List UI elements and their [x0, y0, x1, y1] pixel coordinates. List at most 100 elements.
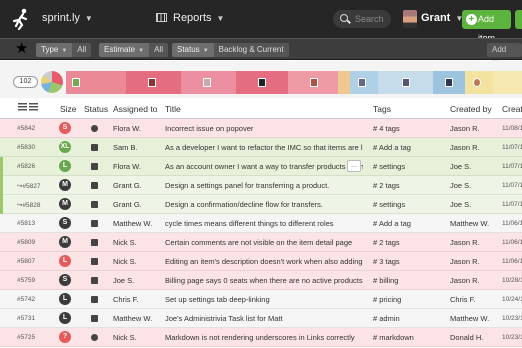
- user-menu[interactable]: Grant ▼: [421, 12, 463, 24]
- item-id[interactable]: ↪#5827: [17, 182, 41, 190]
- member-bar[interactable]: [465, 71, 493, 94]
- column-created-by[interactable]: Created by: [450, 104, 492, 114]
- member-bar[interactable]: [350, 71, 378, 94]
- item-title[interactable]: cycle times means different things to di…: [165, 219, 363, 228]
- size-badge: M: [59, 198, 71, 210]
- item-id[interactable]: #5826: [17, 163, 35, 170]
- member-bar[interactable]: [288, 71, 338, 94]
- assigned-to[interactable]: Nick S.: [113, 333, 137, 342]
- item-tags[interactable]: # 4 tags: [373, 124, 400, 133]
- assigned-to[interactable]: Matthew W.: [113, 314, 152, 323]
- member-bar[interactable]: [433, 71, 465, 94]
- column-size[interactable]: Size: [60, 104, 77, 114]
- compact-view-icon[interactable]: [29, 103, 38, 111]
- member-bar[interactable]: [126, 71, 181, 94]
- product-switcher[interactable]: sprint.ly ▼: [42, 12, 93, 24]
- assigned-to[interactable]: Matthew W.: [113, 219, 152, 228]
- table-row[interactable]: #5813 S Matthew W. cycle times means differ…: [0, 214, 522, 233]
- expand-title-button[interactable]: ...: [347, 160, 361, 172]
- created-by: Joe S.: [450, 200, 472, 209]
- column-tags[interactable]: Tags: [373, 104, 391, 114]
- item-id[interactable]: #5842: [17, 125, 35, 132]
- add-item-dropdown-button[interactable]: [515, 10, 522, 29]
- item-title[interactable]: Joe's Administrivia Task list for Matt: [165, 314, 363, 323]
- column-created[interactable]: Created: [502, 104, 522, 114]
- assigned-to[interactable]: Nick S.: [113, 238, 137, 247]
- item-title[interactable]: Billing page says 0 seats when there are…: [165, 276, 363, 285]
- item-title[interactable]: Design a settings panel for transferring…: [165, 181, 363, 190]
- item-tags[interactable]: # 3 tags: [373, 257, 400, 266]
- reports-menu[interactable]: Reports ▼: [156, 12, 224, 24]
- item-id[interactable]: #5759: [17, 277, 35, 284]
- assigned-to[interactable]: Flora W.: [113, 162, 141, 171]
- view-toggle[interactable]: [18, 103, 40, 113]
- assigned-to[interactable]: Flora W.: [113, 124, 141, 133]
- item-title[interactable]: Design a confirmation/decline flow for t…: [165, 200, 363, 209]
- table-row[interactable]: ↪#5828 M Grant G. Design a confirmation/dec…: [0, 195, 522, 214]
- filter-estimate[interactable]: Estimate ▼ All: [99, 43, 168, 57]
- assigned-to[interactable]: Grant G.: [113, 181, 142, 190]
- item-id[interactable]: #5809: [17, 239, 35, 246]
- table-row[interactable]: #5842 S Flora W. Incorrect issue on popover…: [0, 119, 522, 138]
- search-input[interactable]: Search: [333, 10, 391, 28]
- item-title[interactable]: Incorrect issue on popover: [165, 124, 363, 133]
- table-row[interactable]: ↪#5827 M Grant G. Design a settings panel f…: [0, 176, 522, 195]
- item-tags[interactable]: # Add a tag: [373, 143, 411, 152]
- member-bar[interactable]: [378, 71, 433, 94]
- table-row[interactable]: #5742 L Chris F. Set up settings tab deep-l…: [0, 290, 522, 309]
- item-tags[interactable]: # pricing: [373, 295, 401, 304]
- member-bar[interactable]: [338, 71, 350, 94]
- item-tags[interactable]: # billing: [373, 276, 398, 285]
- item-id[interactable]: #5813: [17, 220, 35, 227]
- item-id[interactable]: #5830: [17, 144, 35, 151]
- table-row[interactable]: #5731 L Matthew W. Joe's Administrivia Task…: [0, 309, 522, 328]
- filter-type[interactable]: Type ▼ All: [36, 43, 92, 57]
- assigned-to[interactable]: Chris F.: [113, 295, 138, 304]
- item-title[interactable]: As a developer I want to refactor the IM…: [165, 143, 363, 152]
- item-title[interactable]: As an account owner I want a way to tran…: [165, 162, 363, 171]
- table-row[interactable]: #5807 L Nick S. Editing an item's descripti…: [0, 252, 522, 271]
- item-title[interactable]: Set up settings tab deep-linking: [165, 295, 363, 304]
- table-row[interactable]: #5809 M Nick S. Certain comments are not vi…: [0, 233, 522, 252]
- item-tags[interactable]: # settings: [373, 200, 405, 209]
- member-bar[interactable]: [66, 71, 126, 94]
- column-title[interactable]: Title: [165, 104, 181, 114]
- member-bar[interactable]: [181, 71, 236, 94]
- table-row[interactable]: #5830 XL Sam B. As a developer I want to re…: [0, 138, 522, 157]
- filter-status[interactable]: Status ▼ Backlog & Current: [172, 43, 289, 57]
- list-view-icon[interactable]: [18, 103, 27, 111]
- filter-status-label: Status: [177, 45, 200, 54]
- item-tags[interactable]: # admin: [373, 314, 400, 323]
- column-status[interactable]: Status: [84, 104, 108, 114]
- search-placeholder: Search: [355, 14, 384, 24]
- item-id[interactable]: #5807: [17, 258, 35, 265]
- item-tags[interactable]: # settings: [373, 162, 405, 171]
- add-item-button[interactable]: +Add item: [462, 10, 511, 43]
- user-avatar[interactable]: [403, 10, 417, 28]
- column-assigned-to[interactable]: Assigned to: [113, 104, 157, 114]
- table-row[interactable]: #5826 L Flora W. As an account owner I want…: [0, 157, 522, 176]
- folder-icon: [91, 182, 98, 189]
- member-bar[interactable]: [236, 71, 288, 94]
- add-filter-button[interactable]: Add filter: [487, 43, 522, 68]
- item-id[interactable]: ↪#5828: [17, 201, 41, 209]
- assigned-to[interactable]: Nick S.: [113, 257, 137, 266]
- item-tags[interactable]: # markdown: [373, 333, 414, 342]
- assigned-to[interactable]: Joe S.: [113, 276, 134, 285]
- assigned-to[interactable]: Sam B.: [113, 143, 138, 152]
- assigned-to[interactable]: Grant G.: [113, 200, 142, 209]
- table-row[interactable]: #5759 S Joe S. Billing page says 0 seats wh…: [0, 271, 522, 290]
- item-title[interactable]: Markdown is not rendering underscores in…: [165, 333, 363, 342]
- item-title[interactable]: Certain comments are not visible on the …: [165, 238, 363, 247]
- member-bar[interactable]: [493, 71, 522, 94]
- sprintly-runner-logo[interactable]: [12, 8, 30, 30]
- item-tags[interactable]: # 2 tags: [373, 181, 400, 190]
- item-id[interactable]: #5742: [17, 296, 35, 303]
- item-tags[interactable]: # Add a tag: [373, 219, 411, 228]
- item-title[interactable]: Editing an item's description doesn't wo…: [165, 257, 363, 266]
- star-icon[interactable]: ★: [15, 41, 28, 57]
- table-row[interactable]: #5725? Nick S. Markdown is not rendering u…: [0, 328, 522, 347]
- item-id[interactable]: #5725: [17, 334, 35, 341]
- item-id[interactable]: #5731: [17, 315, 35, 322]
- item-tags[interactable]: # 2 tags: [373, 238, 400, 247]
